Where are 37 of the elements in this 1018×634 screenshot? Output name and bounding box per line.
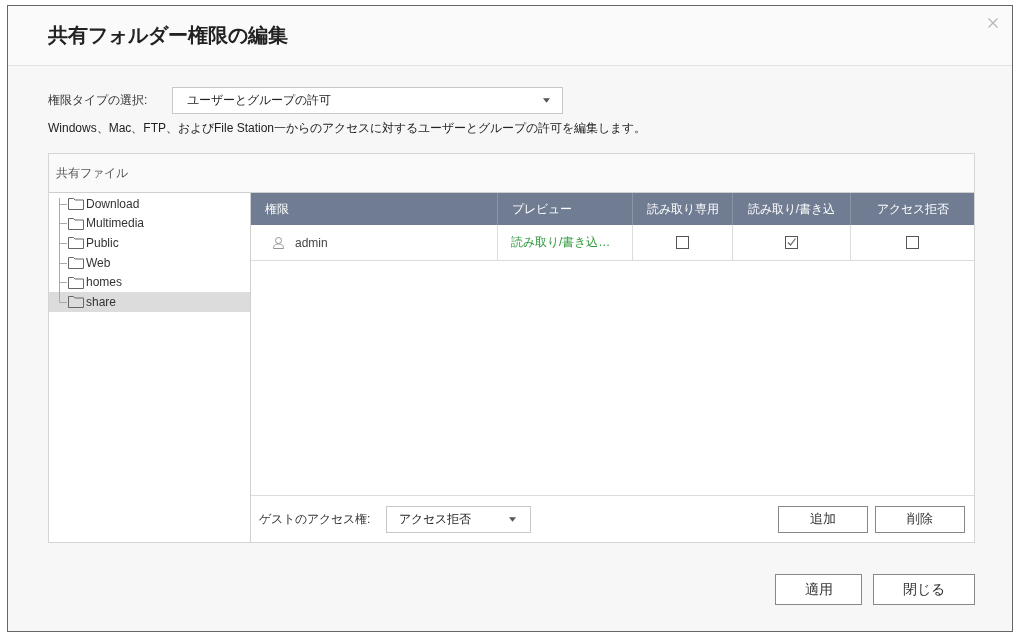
dialog-button[interactable]: 閉じる [873, 574, 975, 605]
column-header: 読み取り/書き込 [733, 193, 851, 225]
checkbox[interactable] [906, 236, 919, 249]
checkbox[interactable] [785, 236, 798, 249]
guest-access-dropdown[interactable]: アクセス拒否 [386, 505, 531, 533]
panel-title: 共有ファイル [56, 164, 128, 182]
caret-icon [509, 516, 516, 522]
caret-icon [543, 98, 550, 103]
guest-access-label: ゲストのアクセス権: [259, 510, 372, 528]
column-header: 読み取り専用 [633, 193, 733, 225]
permission-type-dropdown[interactable]: ユーザーとグループの許可 [172, 87, 563, 114]
description-text: Windows、Mac、FTP、およびFile Station一からのアクセスに対するユーザーとグループの許可を編集します。 [48, 121, 648, 135]
folder-item[interactable]: Download [49, 194, 250, 214]
folder-icon [68, 197, 84, 211]
checkbox[interactable] [676, 236, 689, 249]
column-header: プレビュー [498, 193, 633, 225]
folder-icon [68, 275, 84, 289]
folder-item[interactable]: share [49, 291, 250, 312]
column-header: アクセス拒否 [875, 200, 950, 218]
table-action-button[interactable]: 削除 [875, 505, 965, 533]
folder-item[interactable]: Web [49, 252, 250, 273]
preview-text: 読み取り/書き込… [511, 234, 611, 251]
folder-item[interactable]: homes [49, 272, 250, 292]
dialog-title: 共有フォルダー権限の編集 [48, 23, 289, 48]
folder-icon [68, 295, 84, 309]
column-header: 権限 [251, 193, 498, 225]
folder-icon [68, 236, 84, 250]
user-icon [273, 236, 284, 249]
permission-type-label: 権限タイプの選択: [48, 92, 149, 109]
folder-item[interactable]: Multimedia [49, 213, 250, 234]
dialog-button[interactable]: 適用 [775, 574, 862, 605]
folder-icon [68, 216, 84, 230]
folder-item[interactable]: Public [49, 233, 250, 253]
folder-icon [68, 256, 84, 270]
close-icon [988, 18, 998, 28]
user-name: admin [295, 235, 328, 250]
table-action-button[interactable]: 追加 [778, 505, 868, 533]
